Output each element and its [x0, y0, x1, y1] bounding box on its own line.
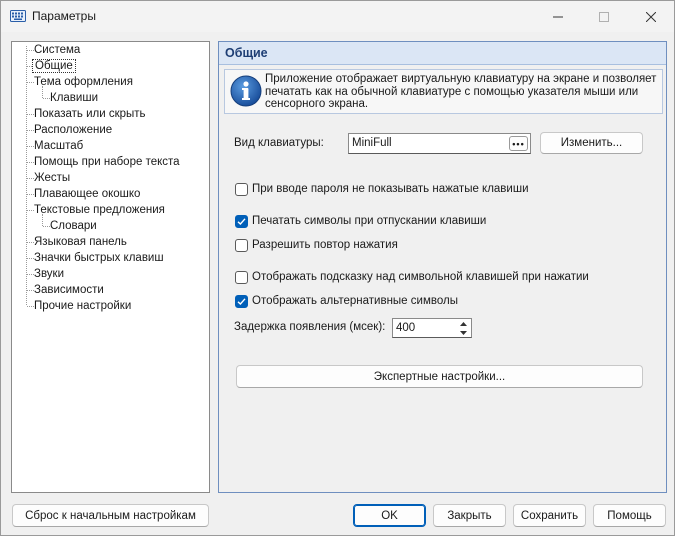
tree-item-label: Текстовые предложения: [34, 204, 165, 216]
tree-item-label: Система: [34, 44, 81, 56]
checkbox-unchecked[interactable]: [235, 238, 248, 252]
spin-down-icon[interactable]: [456, 329, 470, 337]
checkbox-label: При вводе пароля не показывать нажатые к…: [252, 183, 529, 195]
tree-item-label: Прочие настройки: [34, 300, 132, 312]
change-button[interactable]: Изменить...: [540, 132, 643, 154]
ok-button[interactable]: OK: [353, 504, 426, 527]
info-box: Приложение отображает виртуальную клавиа…: [224, 69, 663, 114]
tree-item-label: Звуки: [34, 268, 65, 280]
more-options-button[interactable]: •••: [509, 136, 528, 151]
checkbox-label: Отображать альтернативные символы: [252, 295, 458, 307]
keyboard-type-label: Вид клавиатуры:: [234, 137, 324, 149]
tree-item[interactable]: Звуки: [32, 266, 66, 282]
minimize-icon: [553, 16, 563, 17]
checkbox-checked[interactable]: [235, 214, 248, 228]
tree-item[interactable]: Значки быстрых клавиш: [32, 250, 166, 266]
checkbox-unchecked[interactable]: [235, 270, 248, 284]
title-bar: Параметры: [1, 1, 674, 32]
panel-title: Общие: [225, 46, 268, 60]
save-button[interactable]: Сохранить: [513, 504, 586, 527]
tree-item-label: Показать или скрыть: [34, 108, 146, 120]
tree-item-label: Зависимости: [34, 284, 104, 296]
tree-item-label: Общие: [32, 59, 76, 73]
checkbox-label: Печатать символы при отпускании клавиши: [252, 215, 487, 227]
tree-item[interactable]: Расположение: [32, 122, 114, 138]
keyboard-type-field[interactable]: MiniFull •••: [348, 133, 531, 154]
tree-item-label: Масштаб: [34, 140, 84, 152]
maximize-button[interactable]: [581, 1, 627, 32]
tree-item[interactable]: Клавиши: [48, 90, 100, 106]
tree-item-label: Клавиши: [50, 92, 98, 104]
maximize-icon: [599, 11, 609, 22]
delay-label: Задержка появления (мсек):: [234, 321, 386, 333]
spin-up-icon[interactable]: [456, 320, 470, 328]
close-window-button[interactable]: [628, 1, 674, 32]
tree-item-label: Помощь при наборе текста: [34, 156, 180, 168]
tree-item[interactable]: Зависимости: [32, 282, 106, 298]
minimize-button[interactable]: [535, 1, 581, 32]
tree-item[interactable]: Помощь при наборе текста: [32, 154, 182, 170]
checkbox-option[interactable]: При вводе пароля не показывать нажатые к…: [235, 181, 529, 197]
window-title: Параметры: [32, 9, 96, 23]
close-icon: [646, 11, 656, 22]
info-icon: [230, 75, 262, 107]
tree-item-label: Тема оформления: [34, 76, 133, 88]
tree-item-label: Плавающее окошко: [34, 188, 141, 200]
info-text: Приложение отображает виртуальную клавиа…: [265, 73, 657, 110]
tree-connector-line: [26, 46, 27, 305]
tree-item[interactable]: Тема оформления: [32, 74, 135, 90]
close-button[interactable]: Закрыть: [433, 504, 506, 527]
settings-tree[interactable]: Система Общие Тема оформления Клавиши Показа…: [11, 41, 210, 493]
help-button[interactable]: Помощь: [593, 504, 666, 527]
tree-item[interactable]: Общие: [32, 58, 76, 74]
checkbox-unchecked[interactable]: [235, 182, 248, 196]
reset-defaults-button[interactable]: Сброс к начальным настройкам: [12, 504, 209, 527]
tree-item[interactable]: Текстовые предложения: [32, 202, 167, 218]
check-icon: [237, 217, 246, 225]
tree-item-label: Значки быстрых клавиш: [34, 252, 164, 264]
expert-settings-button[interactable]: Экспертные настройки...: [236, 365, 643, 388]
checkbox-option[interactable]: Разрешить повтор нажатия: [235, 237, 398, 253]
checkbox-label: Разрешить повтор нажатия: [252, 239, 398, 251]
keyboard-type-value: MiniFull: [352, 137, 392, 149]
check-icon: [237, 297, 246, 305]
tree-item[interactable]: Масштаб: [32, 138, 85, 154]
checkbox-label: Отображать подсказку над символьной клав…: [252, 271, 589, 283]
tree-item-label: Жесты: [34, 172, 71, 184]
checkbox-checked[interactable]: [235, 294, 248, 308]
checkbox-option[interactable]: Печатать символы при отпускании клавиши: [235, 213, 486, 229]
ellipsis-icon: •••: [512, 138, 525, 149]
checkbox-option[interactable]: Отображать альтернативные символы: [235, 293, 458, 309]
tree-item-label: Языковая панель: [34, 236, 127, 248]
tree-item[interactable]: Система: [32, 42, 82, 58]
tree-item[interactable]: Прочие настройки: [32, 298, 133, 314]
tree-item[interactable]: Жесты: [32, 170, 72, 186]
checkbox-option[interactable]: Отображать подсказку над символьной клав…: [235, 269, 589, 285]
tree-item-label: Расположение: [34, 124, 113, 136]
general-settings-panel: Общие Приложение отображает виртуальную …: [218, 41, 667, 493]
delay-spinner[interactable]: 400: [392, 318, 472, 338]
tree-item[interactable]: Языковая панель: [32, 234, 129, 250]
tree-item[interactable]: Словари: [48, 218, 99, 234]
tree-item[interactable]: Показать или скрыть: [32, 106, 148, 122]
tree-item[interactable]: Плавающее окошко: [32, 186, 142, 202]
keyboard-icon: [10, 10, 26, 22]
settings-window: Параметры Система Общие Тема оформления Кла…: [0, 0, 675, 536]
delay-value: 400: [396, 322, 416, 334]
panel-header: Общие: [219, 42, 666, 65]
tree-item-label: Словари: [50, 220, 97, 232]
